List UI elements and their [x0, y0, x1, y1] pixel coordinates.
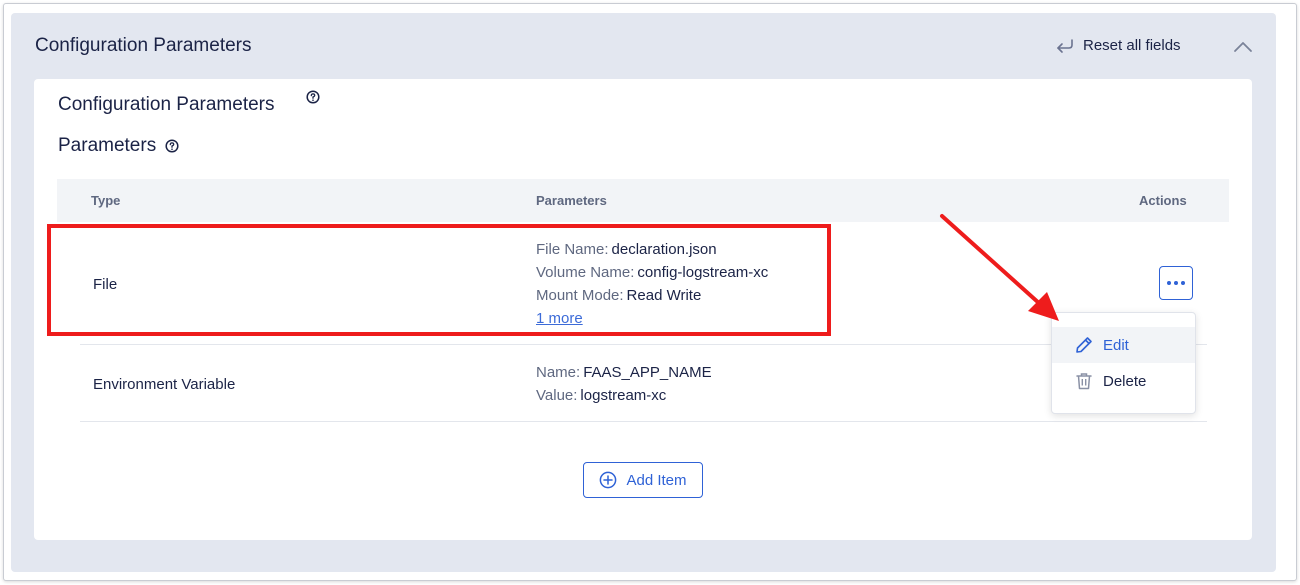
parameters-title-label: Parameters	[58, 135, 157, 156]
param-value: FAAS_APP_NAME	[583, 364, 712, 381]
more-icon-dot	[1174, 281, 1178, 285]
add-item-label: Add Item	[626, 471, 687, 489]
column-header-parameters: Parameters	[536, 193, 607, 208]
column-header-actions: Actions	[1139, 193, 1187, 208]
help-icon[interactable]	[306, 90, 320, 104]
collapse-button[interactable]	[1233, 38, 1253, 54]
menu-item-delete-label: Delete	[1103, 372, 1147, 390]
reset-icon	[1057, 38, 1073, 53]
param-key: Name:	[536, 364, 581, 381]
menu-item-edit-label: Edit	[1103, 336, 1129, 354]
arrow-annotation	[940, 214, 1059, 321]
row-divider	[80, 421, 1207, 422]
pencil-icon	[1076, 337, 1092, 353]
plus-circle-icon	[600, 471, 617, 489]
column-header-type: Type	[91, 193, 121, 208]
parameters-title: Parameters	[58, 135, 179, 157]
row-type-environment-variable: Environment Variable	[93, 376, 236, 393]
panel-title: Configuration Parameters	[35, 35, 252, 56]
row-actions-button[interactable]	[1159, 266, 1193, 300]
more-icon	[1167, 281, 1171, 285]
menu-item-edit[interactable]: Edit	[1052, 327, 1195, 363]
param-key: Value:	[536, 387, 578, 404]
row-divider	[80, 344, 1207, 345]
chevron-up-icon	[1234, 42, 1252, 52]
section-title-label: Configuration Parameters	[58, 94, 275, 115]
row-actions-menu: Edit Delete	[1051, 312, 1196, 414]
row-parameters: Name: FAAS_APP_NAME Value: logstream-xc	[536, 361, 712, 407]
highlight-box	[47, 224, 831, 336]
reset-all-fields-button[interactable]: Reset all fields	[1055, 37, 1181, 54]
param-line: Value: logstream-xc	[536, 384, 712, 407]
param-line: Name: FAAS_APP_NAME	[536, 361, 712, 384]
trash-icon	[1076, 373, 1092, 390]
section-title: Configuration Parameters	[58, 90, 320, 116]
help-icon[interactable]	[165, 139, 179, 153]
add-item-button[interactable]: Add Item	[583, 462, 703, 498]
more-icon-dot	[1181, 281, 1185, 285]
reset-label: Reset all fields	[1083, 37, 1181, 54]
param-value: logstream-xc	[580, 387, 667, 404]
menu-item-delete[interactable]: Delete	[1052, 363, 1195, 399]
